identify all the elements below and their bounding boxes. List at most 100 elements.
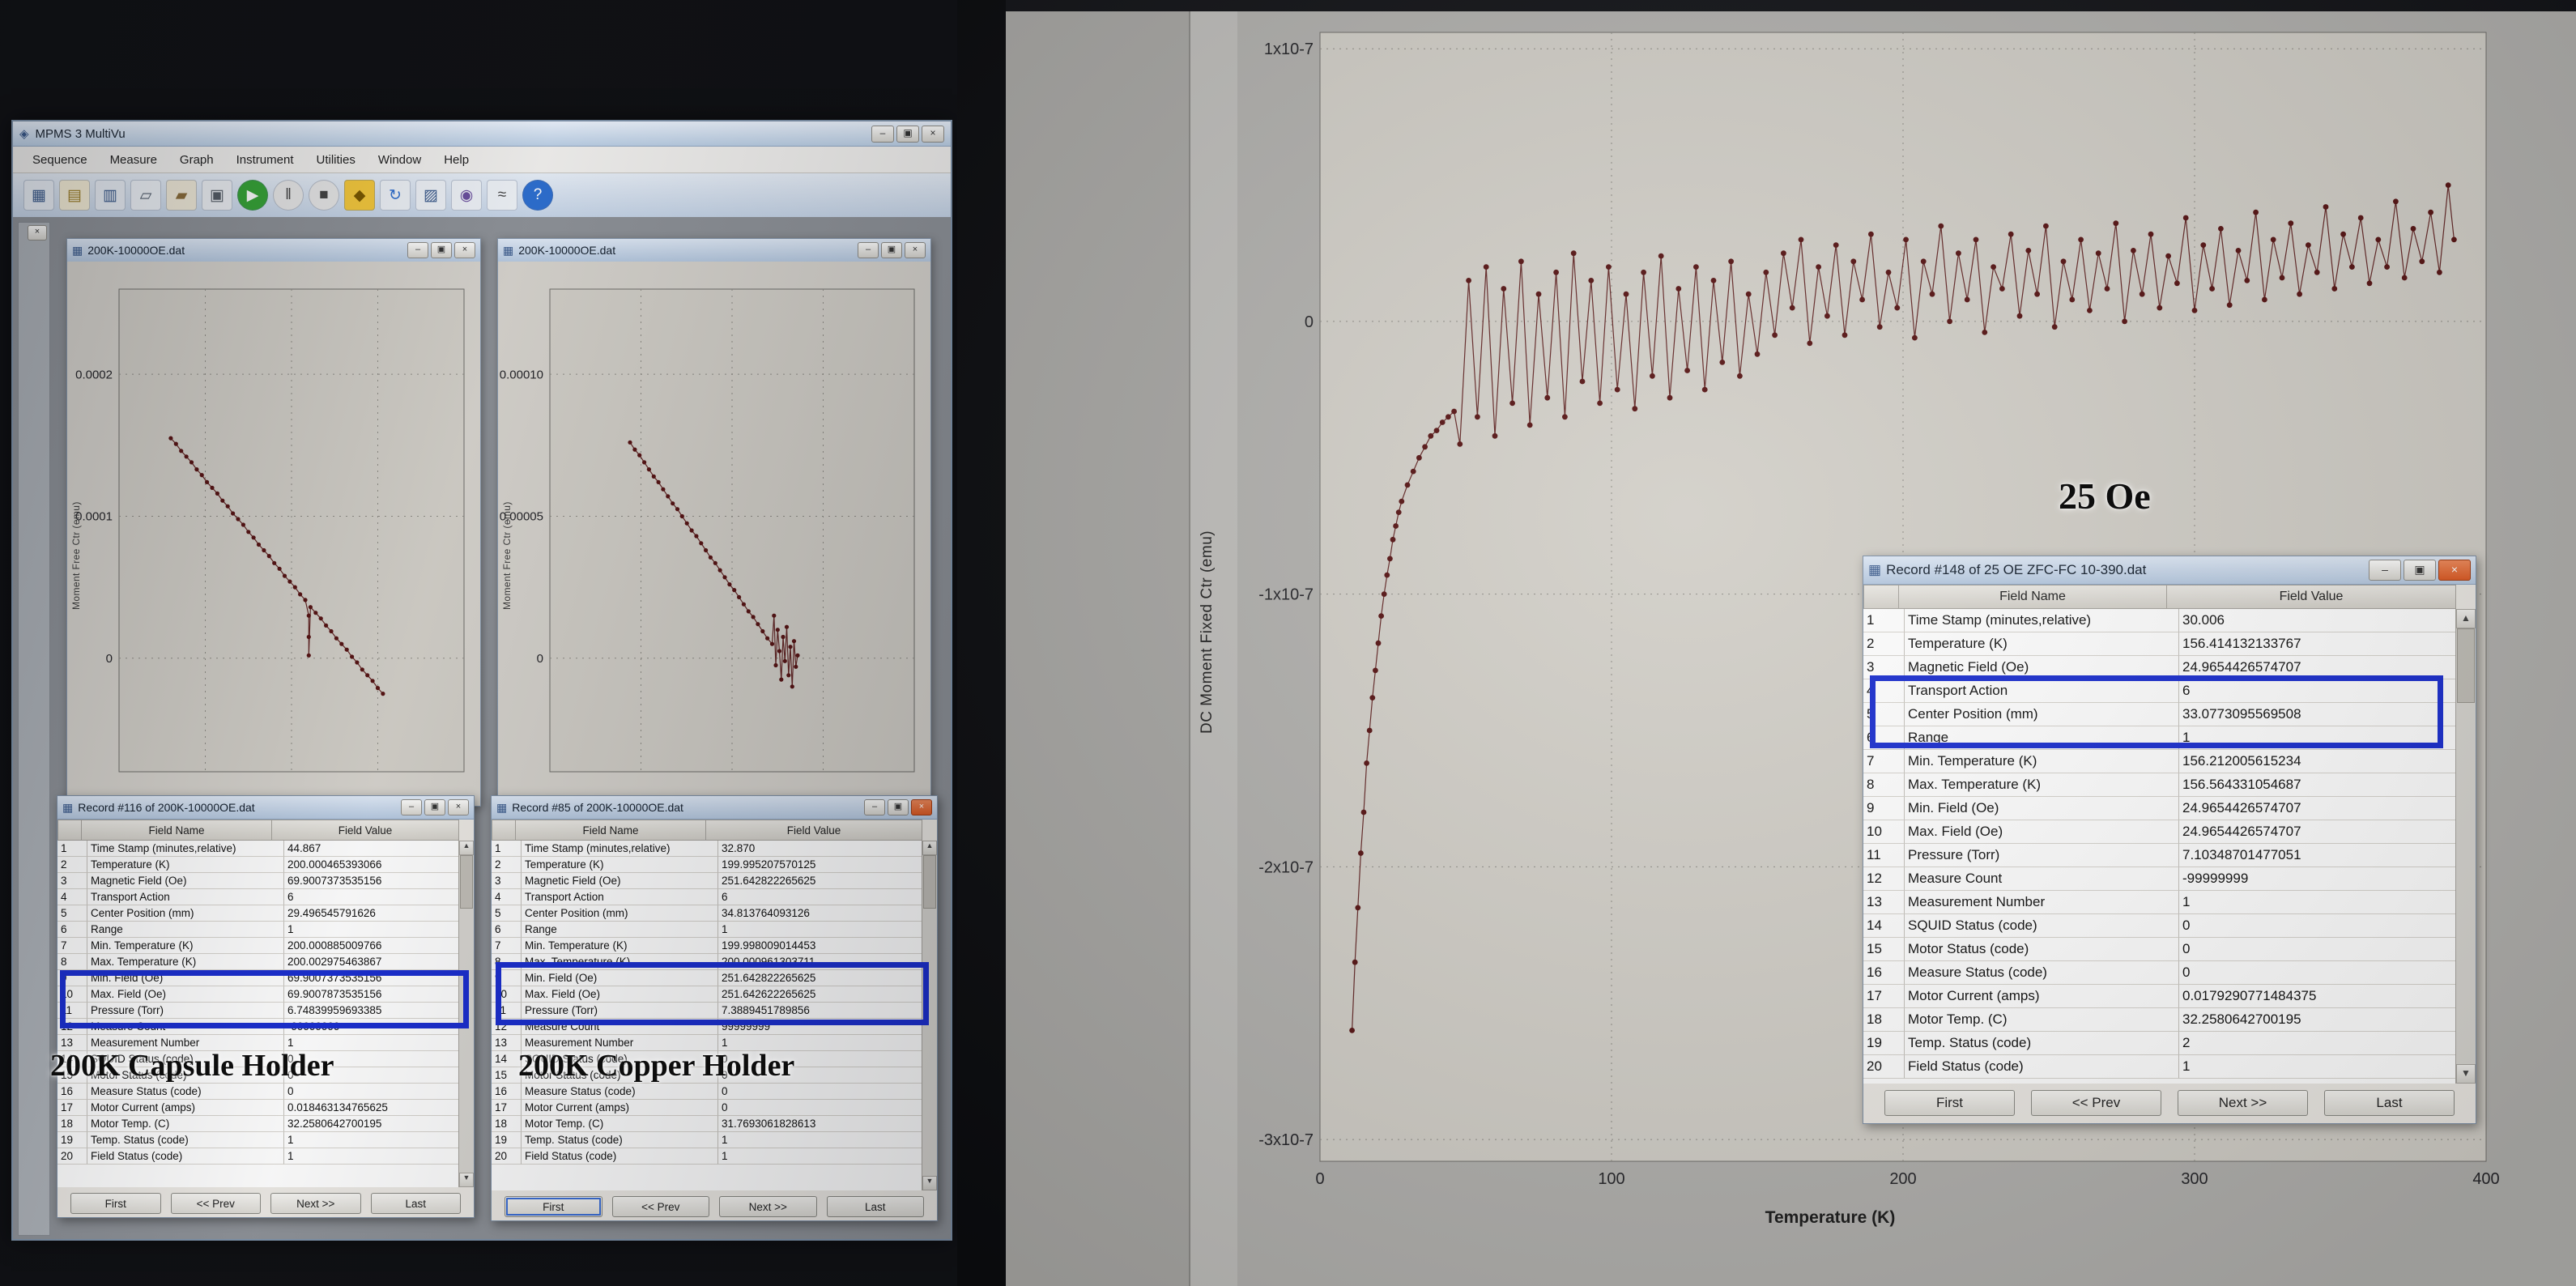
table-row[interactable]: 1Time Stamp (minutes,relative)30.006 <box>1863 609 2456 632</box>
table-row[interactable]: 18Motor Temp. (C)31.7693061828613 <box>492 1116 922 1132</box>
print-icon[interactable]: ▣ <box>202 180 232 211</box>
chart-window-titlebar[interactable]: ▦ 200K-10000OE.dat – ▣ × <box>67 239 480 262</box>
scrollbar-thumb[interactable] <box>923 855 936 909</box>
table-row[interactable]: 12Measure Count-99999999 <box>57 1019 459 1035</box>
table-row[interactable]: 17Motor Current (amps)0.0179290771484375 <box>1863 985 2456 1008</box>
table-row[interactable]: 4Transport Action6 <box>1863 679 2456 703</box>
table-row[interactable]: 20Field Status (code)1 <box>1863 1055 2456 1079</box>
table-row[interactable]: 5Center Position (mm)34.813764093126 <box>492 905 922 922</box>
menu-item[interactable]: Window <box>367 149 432 171</box>
close-icon[interactable]: × <box>28 225 47 241</box>
record-nav-button[interactable]: Next >> <box>2178 1090 2308 1116</box>
table-row[interactable]: 3Magnetic Field (Oe)69.9007373535156 <box>57 873 459 889</box>
table-row[interactable]: 13Measurement Number1 <box>57 1035 459 1051</box>
maximize-button[interactable]: ▣ <box>896 126 919 143</box>
minimize-button[interactable]: – <box>407 242 428 258</box>
record-nav-button[interactable]: Last <box>371 1193 462 1214</box>
app-titlebar[interactable]: ◈ MPMS 3 MultiVu – ▣ × <box>13 121 951 147</box>
close-button[interactable]: × <box>911 799 932 815</box>
close-button[interactable]: × <box>448 799 469 815</box>
table-row[interactable]: 9Min. Field (Oe)69.9007373535156 <box>57 970 459 986</box>
table-row[interactable]: 4Transport Action6 <box>57 889 459 905</box>
minimize-button[interactable]: – <box>864 799 885 815</box>
table-row[interactable]: 15Motor Status (code)0 <box>57 1067 459 1084</box>
table-row[interactable]: 6Range1 <box>57 922 459 938</box>
table-row[interactable]: 16Measure Status (code)0 <box>57 1084 459 1100</box>
table-row[interactable]: 19Temp. Status (code)1 <box>492 1132 922 1148</box>
dialog-titlebar[interactable]: ▦ Record #116 of 200K-10000OE.dat – ▣ × <box>57 796 474 820</box>
record-nav-button[interactable]: << Prev <box>171 1193 262 1214</box>
table-row[interactable]: 7Min. Temperature (K)200.000885009766 <box>57 938 459 954</box>
table-row[interactable]: 10Max. Field (Oe)251.642622265625 <box>492 986 922 1003</box>
table-row[interactable]: 9Min. Field (Oe)251.642822265625 <box>492 970 922 986</box>
record-nav-button[interactable]: Last <box>2324 1090 2455 1116</box>
table-row[interactable]: 17Motor Current (amps)0.018463134765625 <box>57 1100 459 1116</box>
copy-icon[interactable]: ▱ <box>130 180 161 211</box>
chart-window-titlebar[interactable]: ▦ 200K-10000OE.dat – ▣ × <box>498 239 930 262</box>
table-row[interactable]: 18Motor Temp. (C)32.2580642700195 <box>1863 1008 2456 1032</box>
table-row[interactable]: 12Measure Count99999999 <box>492 1019 922 1035</box>
table-row[interactable]: 16Measure Status (code)0 <box>1863 961 2456 985</box>
menu-item[interactable]: Graph <box>168 149 225 171</box>
record-nav-button[interactable]: Next >> <box>270 1193 361 1214</box>
table-row[interactable]: 10Max. Field (Oe)69.9007873535156 <box>57 986 459 1003</box>
table-row[interactable]: 8Max. Temperature (K)200.000961303711 <box>492 954 922 970</box>
table-row[interactable]: 20Field Status (code)1 <box>492 1148 922 1165</box>
record-nav-button[interactable]: << Prev <box>2031 1090 2161 1116</box>
table-row[interactable]: 7Min. Temperature (K)156.212005615234 <box>1863 750 2456 773</box>
table-row[interactable]: 19Temp. Status (code)2 <box>1863 1032 2456 1055</box>
record-nav-button[interactable]: << Prev <box>612 1196 710 1217</box>
record-nav-button[interactable]: Last <box>827 1196 925 1217</box>
table-row[interactable]: 1Time Stamp (minutes,relative)44.867 <box>57 841 459 857</box>
table-row[interactable]: 6Range1 <box>1863 726 2456 750</box>
record-nav-button[interactable]: First <box>1884 1090 2015 1116</box>
scrollbar-thumb[interactable] <box>460 855 473 909</box>
table-row[interactable]: 13Measurement Number1 <box>492 1035 922 1051</box>
play-icon[interactable]: ▶ <box>237 180 268 211</box>
table-row[interactable]: 8Max. Temperature (K)200.002975463867 <box>57 954 459 970</box>
table-row[interactable]: 14SQUID Status (code)0 <box>1863 914 2456 938</box>
table-scrollbar[interactable]: ▲ ▼ <box>2455 609 2476 1084</box>
scroll-down-icon[interactable]: ▼ <box>459 1173 474 1187</box>
table-row[interactable]: 7Min. Temperature (K)199.998009014453 <box>492 938 922 954</box>
close-button[interactable]: × <box>905 242 926 258</box>
table-row[interactable]: 15Motor Status (code)0 <box>1863 938 2456 961</box>
help-icon[interactable]: ? <box>522 180 553 211</box>
record-nav-button[interactable]: First <box>505 1196 602 1217</box>
maximize-button[interactable]: ▣ <box>424 799 445 815</box>
table-row[interactable]: 1Time Stamp (minutes,relative)32.870 <box>492 841 922 857</box>
menu-item[interactable]: Utilities <box>305 149 367 171</box>
data-table-icon[interactable]: ▥ <box>95 180 126 211</box>
minimize-button[interactable]: – <box>401 799 422 815</box>
scroll-down-icon[interactable]: ▼ <box>922 1176 937 1190</box>
maximize-button[interactable]: ▣ <box>881 242 902 258</box>
table-row[interactable]: 2Temperature (K)199.995207570125 <box>492 857 922 873</box>
table-row[interactable]: 9Min. Field (Oe)24.9654426574707 <box>1863 797 2456 820</box>
table-row[interactable]: 12Measure Count-99999999 <box>1863 867 2456 891</box>
maximize-button[interactable]: ▣ <box>2404 560 2436 581</box>
table-row[interactable]: 10Max. Field (Oe)24.9654426574707 <box>1863 820 2456 844</box>
table-row[interactable]: 5Center Position (mm)29.496545791626 <box>57 905 459 922</box>
scrollbar-thumb[interactable] <box>2457 628 2475 703</box>
dialog-titlebar[interactable]: ▦ Record #85 of 200K-10000OE.dat – ▣ × <box>492 796 937 820</box>
table-row[interactable]: 2Temperature (K)200.000465393066 <box>57 857 459 873</box>
table-row[interactable]: 6Range1 <box>492 922 922 938</box>
table-row[interactable]: 4Transport Action6 <box>492 889 922 905</box>
table-row[interactable]: 8Max. Temperature (K)156.564331054687 <box>1863 773 2456 797</box>
table-row[interactable]: 11Pressure (Torr)7.3889451789856 <box>492 1003 922 1019</box>
pause-icon[interactable]: ‖ <box>273 180 304 211</box>
minimize-button[interactable]: – <box>858 242 879 258</box>
table-row[interactable]: 17Motor Current (amps)0 <box>492 1100 922 1116</box>
menu-item[interactable]: Help <box>432 149 480 171</box>
table-row[interactable]: 5Center Position (mm)33.0773095569508 <box>1863 703 2456 726</box>
maximize-button[interactable]: ▣ <box>888 799 909 815</box>
table-row[interactable]: 13Measurement Number1 <box>1863 891 2456 914</box>
table-row[interactable]: 16Measure Status (code)0 <box>492 1084 922 1100</box>
table-row[interactable]: 14SQUID Status (code)0 <box>492 1051 922 1067</box>
menu-item[interactable]: Measure <box>99 149 168 171</box>
table-row[interactable]: 18Motor Temp. (C)32.2580642700195 <box>57 1116 459 1132</box>
table-row[interactable]: 2Temperature (K)156.414132133767 <box>1863 632 2456 656</box>
scroll-up-icon[interactable]: ▲ <box>2456 609 2476 628</box>
minimize-button[interactable]: – <box>2369 560 2401 581</box>
scroll-up-icon[interactable]: ▲ <box>459 841 474 855</box>
